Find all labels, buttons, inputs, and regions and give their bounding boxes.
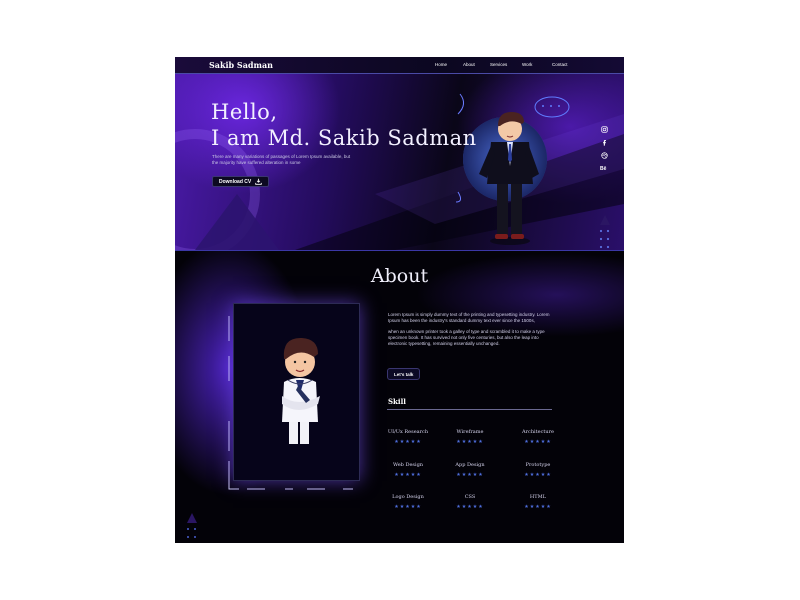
skill-item-uiux-research: UI/Ux Research ★★★★★ <box>378 429 438 445</box>
svg-text:Bē: Bē <box>600 166 607 171</box>
skill-name: CSS <box>464 494 476 500</box>
skill-item-web-design: Web Design ★★★★★ <box>378 462 438 478</box>
profile-avatar <box>282 337 320 444</box>
skill-rating: ★★★★★ <box>524 504 552 510</box>
skill-name: UI/Ux Research <box>387 429 429 435</box>
skill-name: Wireframe <box>456 429 484 435</box>
facebook-icon[interactable] <box>601 139 608 146</box>
skill-rating: ★★★★★ <box>456 439 484 445</box>
skill-heading: Skill <box>388 397 406 406</box>
instagram-icon[interactable] <box>600 126 608 133</box>
profile-photo <box>233 303 360 481</box>
about-description: Lorem Ipsum is simply dummy text of the … <box>388 312 553 352</box>
nav-contact[interactable]: Contact <box>552 62 568 67</box>
skill-rating: ★★★★★ <box>456 504 484 510</box>
download-icon <box>255 178 262 185</box>
skill-name: HTML <box>529 494 547 500</box>
skill-item-prototype: Prototype ★★★★★ <box>508 462 568 478</box>
skill-rating: ★★★★★ <box>456 472 484 478</box>
skill-name: Architecture <box>522 429 554 435</box>
portfolio-page: Sakib Sadman Home About Services Work Co… <box>175 57 624 543</box>
skill-rating: ★★★★★ <box>394 472 422 478</box>
about-title: About <box>370 265 429 287</box>
lets-talk-button[interactable]: Let's talk <box>387 368 421 380</box>
hero-greeting: Hello, <box>211 100 278 124</box>
download-cv-button[interactable]: Download CV <box>212 176 270 187</box>
skill-rating: ★★★★★ <box>524 439 552 445</box>
skill-name: Web Design <box>392 462 424 468</box>
hero-intro: There are many variations of passages of… <box>212 154 351 165</box>
nav-services[interactable]: Services <box>490 62 507 67</box>
bottom-dot-decor <box>187 513 197 538</box>
skill-name: Logo Design <box>392 494 424 500</box>
skill-divider <box>387 409 552 410</box>
top-navbar: Sakib Sadman Home About Services Work Co… <box>175 57 624 74</box>
brand-logo[interactable]: Sakib Sadman <box>209 60 273 70</box>
skill-rating: ★★★★★ <box>394 439 422 445</box>
skill-item-html: HTML ★★★★★ <box>508 494 568 510</box>
hero-section: Hello, I am Md. Sakib Sadman There are m… <box>175 74 624 250</box>
about-section: About Lorem Ipsum is simply dummy text o… <box>175 250 624 543</box>
about-paragraph-2: when an unknown printer took a galley of… <box>388 329 545 346</box>
dribbble-icon[interactable] <box>600 152 608 159</box>
nav-about[interactable]: About <box>463 62 475 67</box>
skill-item-wireframe: Wireframe ★★★★★ <box>440 429 500 445</box>
skill-name: App Design <box>455 462 485 468</box>
skill-item-architecture: Architecture ★★★★★ <box>508 429 568 445</box>
skill-item-css: CSS ★★★★★ <box>440 494 500 510</box>
skill-name: Prototype <box>525 462 551 468</box>
skill-rating: ★★★★★ <box>524 472 552 478</box>
skill-rating: ★★★★★ <box>394 504 422 510</box>
download-cv-label: Download CV <box>219 178 252 185</box>
social-links: Bē <box>600 126 608 171</box>
behance-icon[interactable]: Bē <box>600 165 608 171</box>
nav-home[interactable]: Home <box>435 62 447 67</box>
skill-item-logo-design: Logo Design ★★★★★ <box>378 494 438 510</box>
hero-name: I am Md. Sakib Sadman <box>211 126 477 150</box>
about-paragraph-1: Lorem Ipsum is simply dummy text of the … <box>388 312 550 323</box>
skill-item-app-design: App Design ★★★★★ <box>440 462 500 478</box>
nav-work[interactable]: Work <box>522 62 532 67</box>
hero-heading: Hello, I am Md. Sakib Sadman <box>211 99 477 151</box>
